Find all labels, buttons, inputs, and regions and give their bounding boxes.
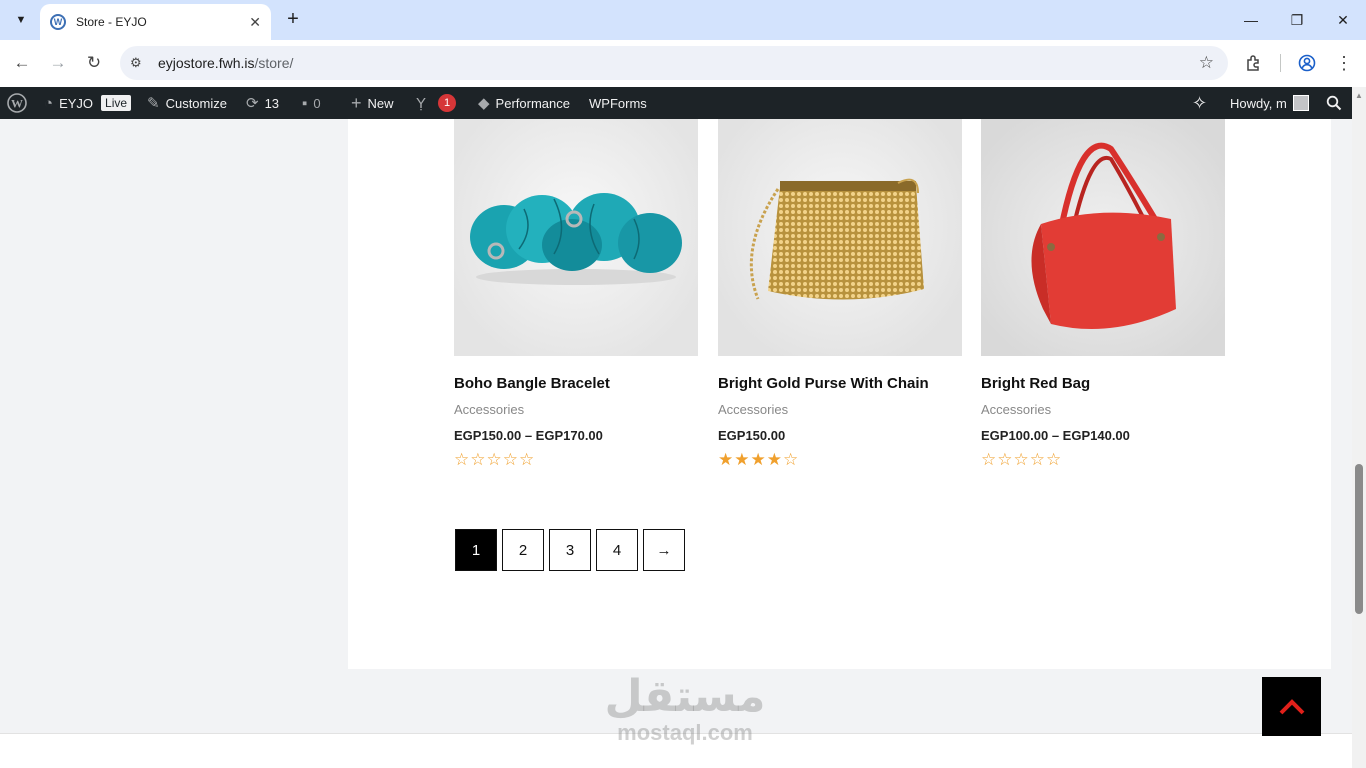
- back-to-top-button[interactable]: [1262, 677, 1321, 736]
- tab-close-icon[interactable]: ✕: [249, 14, 261, 31]
- comments-link[interactable]: ▪ 0: [302, 87, 321, 119]
- plus-icon: +: [351, 92, 362, 113]
- chrome-menu-icon[interactable]: ⋮: [1332, 51, 1356, 75]
- next-page-button[interactable]: →: [643, 529, 685, 571]
- howdy-label: Howdy, m: [1230, 95, 1287, 111]
- yoast-seo-menu[interactable]: Ỵ 1: [416, 87, 457, 119]
- site-info-icon[interactable]: ⚙: [130, 55, 146, 71]
- account-menu[interactable]: Howdy, m: [1230, 87, 1309, 119]
- product-category[interactable]: Accessories: [718, 402, 788, 417]
- scroll-up-icon[interactable]: ▲: [1355, 91, 1363, 100]
- restore-icon[interactable]: ❐: [1282, 8, 1312, 32]
- wp-admin-bar: W ◔ EYJO Live ✎ Customize ⟳ 13 ▪ 0 + New…: [0, 87, 1366, 119]
- page-3-button[interactable]: 3: [549, 529, 591, 571]
- product-image-gold-purse[interactable]: [718, 119, 962, 356]
- scroll-thumb[interactable]: [1355, 464, 1363, 614]
- product-price: EGP100.00 – EGP140.00: [981, 428, 1130, 443]
- browser-toolbar: ← → ↻ ⚙ eyjostore.fwh.is/store/ ☆ ⋮: [0, 40, 1366, 87]
- product-card[interactable]: Bright Red Bag Accessories EGP100.00 – E…: [981, 119, 1225, 469]
- product-price: EGP150.00: [718, 428, 786, 443]
- avatar: [1292, 95, 1309, 111]
- bookmark-star-icon[interactable]: ☆: [1199, 53, 1214, 73]
- tab-title: Store - EYJO: [76, 15, 147, 29]
- page-scrollbar[interactable]: ▲: [1352, 87, 1366, 768]
- forward-arrow-icon[interactable]: →: [46, 51, 70, 75]
- updates-icon: ⟳: [246, 95, 259, 112]
- brush-icon: ✎: [147, 95, 160, 112]
- mostaql-watermark: مستقل mostaql.com: [600, 672, 770, 744]
- wordpress-logo-icon[interactable]: W: [7, 87, 27, 119]
- wpforms-menu[interactable]: WPForms: [589, 87, 647, 119]
- svg-text:W: W: [11, 97, 23, 111]
- product-title[interactable]: Bright Red Bag: [981, 375, 1090, 392]
- product-image-bracelet[interactable]: [454, 119, 698, 356]
- reload-icon[interactable]: ↻: [82, 51, 106, 75]
- new-tab-plus-icon[interactable]: +: [282, 8, 304, 30]
- site-name: EYJO: [59, 95, 94, 111]
- toolbar-divider: [1280, 54, 1281, 72]
- new-label: New: [367, 95, 394, 111]
- wordpress-favicon-icon: W: [50, 14, 66, 30]
- site-name-menu[interactable]: ◔ EYJO Live: [44, 87, 132, 119]
- page-2-button[interactable]: 2: [502, 529, 544, 571]
- yoast-notification-badge: 1: [438, 94, 457, 112]
- performance-menu[interactable]: ◆ Performance: [478, 87, 570, 119]
- browser-tab[interactable]: W Store - EYJO ✕: [40, 4, 271, 40]
- updates-count: 13: [264, 95, 280, 111]
- ai-sparkle-icon[interactable]: ✧: [1192, 87, 1207, 119]
- address-bar[interactable]: ⚙ eyjostore.fwh.is/store/ ☆: [120, 46, 1228, 80]
- performance-gauge-icon: ◆: [478, 95, 490, 112]
- browser-tab-bar: ▼ W Store - EYJO ✕ + — ❐ ✕: [0, 0, 1366, 40]
- customize-label: Customize: [165, 95, 227, 111]
- live-badge: Live: [101, 95, 132, 111]
- product-price: EGP150.00 – EGP170.00: [454, 428, 603, 443]
- product-category[interactable]: Accessories: [981, 402, 1051, 417]
- pagination: 1 2 3 4 →: [455, 529, 685, 571]
- wpforms-label: WPForms: [589, 95, 647, 111]
- performance-label: Performance: [495, 95, 570, 111]
- back-arrow-icon[interactable]: ←: [10, 51, 34, 75]
- page-4-button[interactable]: 4: [596, 529, 638, 571]
- search-icon[interactable]: [1326, 87, 1342, 119]
- updates-link[interactable]: ⟳ 13: [246, 87, 279, 119]
- watermark-latin: mostaql.com: [617, 720, 753, 745]
- rating-stars: ★★★★☆: [718, 450, 800, 469]
- dashboard-icon: ◔: [44, 94, 54, 112]
- yoast-icon: Ỵ: [416, 94, 427, 112]
- new-content-menu[interactable]: + New: [351, 87, 394, 119]
- comments-count: 0: [313, 95, 321, 111]
- product-image-red-bag[interactable]: [981, 119, 1225, 356]
- product-card[interactable]: Bright Gold Purse With Chain Accessories…: [718, 119, 962, 469]
- minimize-icon[interactable]: —: [1236, 8, 1266, 32]
- product-card[interactable]: Boho Bangle Bracelet Accessories EGP150.…: [454, 119, 698, 469]
- customize-link[interactable]: ✎ Customize: [147, 87, 227, 119]
- tab-search-chevron-icon[interactable]: ▼: [8, 7, 34, 33]
- page-1-button[interactable]: 1: [455, 529, 497, 571]
- rating-stars: ☆☆☆☆☆: [981, 450, 1063, 469]
- rating-stars: ☆☆☆☆☆: [454, 450, 536, 469]
- product-category[interactable]: Accessories: [454, 402, 524, 417]
- product-title[interactable]: Bright Gold Purse With Chain: [718, 375, 929, 392]
- profile-avatar-icon[interactable]: [1295, 51, 1319, 75]
- window-close-icon[interactable]: ✕: [1328, 8, 1358, 32]
- watermark-arabic: مستقل: [604, 671, 766, 722]
- chevron-up-icon: [1279, 698, 1304, 714]
- url-text: eyjostore.fwh.is/store/: [158, 55, 294, 71]
- comment-bubble-icon: ▪: [302, 94, 308, 112]
- extensions-puzzle-icon[interactable]: [1242, 51, 1266, 75]
- product-title[interactable]: Boho Bangle Bracelet: [454, 375, 610, 392]
